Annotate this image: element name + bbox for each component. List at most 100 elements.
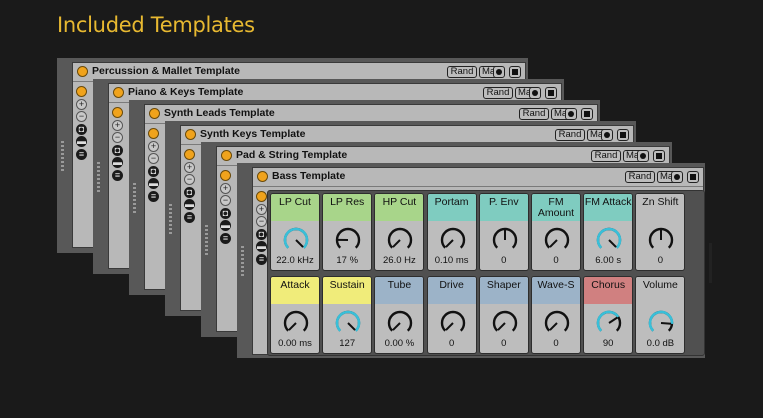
macro-portam[interactable]: Portam 0.10 ms xyxy=(426,193,477,271)
macro-knob[interactable] xyxy=(595,309,623,337)
remove-macro-icon[interactable]: − xyxy=(184,174,195,185)
rand-button[interactable]: Rand xyxy=(519,108,549,120)
resize-grip[interactable] xyxy=(61,141,64,173)
resize-grip[interactable] xyxy=(169,204,172,236)
remove-macro-icon[interactable]: − xyxy=(148,153,159,164)
macro-knob[interactable] xyxy=(386,309,414,337)
chain-icon[interactable]: ▬ xyxy=(112,157,123,168)
macro-toggle-icon[interactable] xyxy=(76,86,87,97)
macro-knob[interactable] xyxy=(282,226,310,254)
save-icon[interactable] xyxy=(653,150,665,162)
camera-icon[interactable]: ◘ xyxy=(220,207,231,219)
macro-zn-shift[interactable]: Zn Shift 0 xyxy=(635,193,686,271)
camera-icon[interactable]: ◘ xyxy=(76,123,87,135)
add-macro-icon[interactable]: + xyxy=(220,182,231,194)
macro-wave-s[interactable]: Wave-S 0 xyxy=(531,276,581,354)
macro-p-env[interactable]: P. Env 0 xyxy=(478,193,529,271)
macro-hp-cut[interactable]: HP Cut 26.0 Hz xyxy=(374,193,425,271)
power-button[interactable] xyxy=(149,108,160,119)
macro-shaper[interactable]: Shaper 0 xyxy=(478,276,529,354)
macro-fm-amount[interactable]: FM Amount 0 xyxy=(531,193,581,271)
list-icon[interactable]: ≡ xyxy=(148,190,159,202)
save-icon[interactable] xyxy=(581,108,593,120)
macro-volume[interactable]: Volume 0.0 dB xyxy=(635,276,686,354)
add-macro-icon[interactable]: + xyxy=(184,161,195,173)
macro-lp-res[interactable]: LP Res 17 % xyxy=(322,193,373,271)
chain-icon[interactable]: ▬ xyxy=(76,136,87,147)
macro-knob[interactable] xyxy=(543,226,571,254)
chain-icon[interactable]: ▬ xyxy=(148,178,159,189)
variations-icon[interactable] xyxy=(671,171,683,183)
macro-toggle-icon[interactable] xyxy=(220,170,231,181)
variations-icon[interactable] xyxy=(601,129,613,141)
camera-icon[interactable]: ◘ xyxy=(256,228,267,240)
power-button[interactable] xyxy=(221,150,232,161)
rand-button[interactable]: Rand xyxy=(625,171,655,183)
resize-grip[interactable] xyxy=(205,225,208,257)
variations-icon[interactable] xyxy=(493,66,505,78)
save-icon[interactable] xyxy=(687,171,699,183)
add-macro-icon[interactable]: + xyxy=(76,98,87,110)
camera-icon[interactable]: ◘ xyxy=(148,165,159,177)
variations-icon[interactable] xyxy=(565,108,577,120)
remove-macro-icon[interactable]: − xyxy=(256,216,267,227)
remove-macro-icon[interactable]: − xyxy=(220,195,231,206)
macro-knob[interactable] xyxy=(647,226,675,254)
rand-button[interactable]: Rand xyxy=(447,66,477,78)
chain-icon[interactable]: ▬ xyxy=(184,199,195,210)
macro-knob[interactable] xyxy=(439,309,467,337)
list-icon[interactable]: ≡ xyxy=(76,148,87,160)
rand-button[interactable]: Rand xyxy=(483,87,513,99)
macro-knob[interactable] xyxy=(439,226,467,254)
add-macro-icon[interactable]: + xyxy=(256,203,267,215)
macro-attack[interactable]: Attack 0.00 ms xyxy=(270,276,320,354)
add-macro-icon[interactable]: + xyxy=(112,119,123,131)
save-icon[interactable] xyxy=(545,87,557,99)
macro-drive[interactable]: Drive 0 xyxy=(426,276,477,354)
save-icon[interactable] xyxy=(509,66,521,78)
scroll-indicator[interactable] xyxy=(709,243,712,283)
macro-knob[interactable] xyxy=(282,309,310,337)
macro-fm-attack[interactable]: FM Attack 6.00 s xyxy=(583,193,634,271)
camera-icon[interactable]: ◘ xyxy=(184,186,195,198)
power-button[interactable] xyxy=(77,66,88,77)
macro-toggle-icon[interactable] xyxy=(184,149,195,160)
remove-macro-icon[interactable]: − xyxy=(76,111,87,122)
list-icon[interactable]: ≡ xyxy=(256,253,267,265)
macro-chorus[interactable]: Chorus 90 xyxy=(583,276,634,354)
variations-icon[interactable] xyxy=(637,150,649,162)
macro-sustain[interactable]: Sustain 127 xyxy=(322,276,373,354)
power-button[interactable] xyxy=(113,87,124,98)
macro-toggle-icon[interactable] xyxy=(148,128,159,139)
macro-toggle-icon[interactable] xyxy=(256,191,267,202)
macro-lp-cut[interactable]: LP Cut 22.0 kHz xyxy=(270,193,320,271)
macro-knob[interactable] xyxy=(386,226,414,254)
add-macro-icon[interactable]: + xyxy=(148,140,159,152)
macro-knob[interactable] xyxy=(491,309,519,337)
remove-macro-icon[interactable]: − xyxy=(112,132,123,143)
save-icon[interactable] xyxy=(617,129,629,141)
list-icon[interactable]: ≡ xyxy=(184,211,195,223)
macro-knob[interactable] xyxy=(647,309,675,337)
list-icon[interactable]: ≡ xyxy=(220,232,231,244)
resize-grip[interactable] xyxy=(133,183,136,215)
rand-button[interactable]: Rand xyxy=(591,150,621,162)
macro-knob[interactable] xyxy=(491,226,519,254)
resize-grip[interactable] xyxy=(97,162,100,194)
chain-icon[interactable]: ▬ xyxy=(220,220,231,231)
macro-knob[interactable] xyxy=(334,226,362,254)
list-icon[interactable]: ≡ xyxy=(112,169,123,181)
camera-icon[interactable]: ◘ xyxy=(112,144,123,156)
power-button[interactable] xyxy=(185,129,196,140)
rand-button[interactable]: Rand xyxy=(555,129,585,141)
power-button[interactable] xyxy=(257,171,268,182)
chain-icon[interactable]: ▬ xyxy=(256,241,267,252)
macro-knob[interactable] xyxy=(595,226,623,254)
macro-toggle-icon[interactable] xyxy=(112,107,123,118)
device-sidebar: + − ◘ ▬ ≡ xyxy=(181,144,198,310)
variations-icon[interactable] xyxy=(529,87,541,99)
macro-knob[interactable] xyxy=(543,309,571,337)
resize-grip[interactable] xyxy=(241,246,244,278)
macro-knob[interactable] xyxy=(334,309,362,337)
macro-tube[interactable]: Tube 0.00 % xyxy=(374,276,425,354)
